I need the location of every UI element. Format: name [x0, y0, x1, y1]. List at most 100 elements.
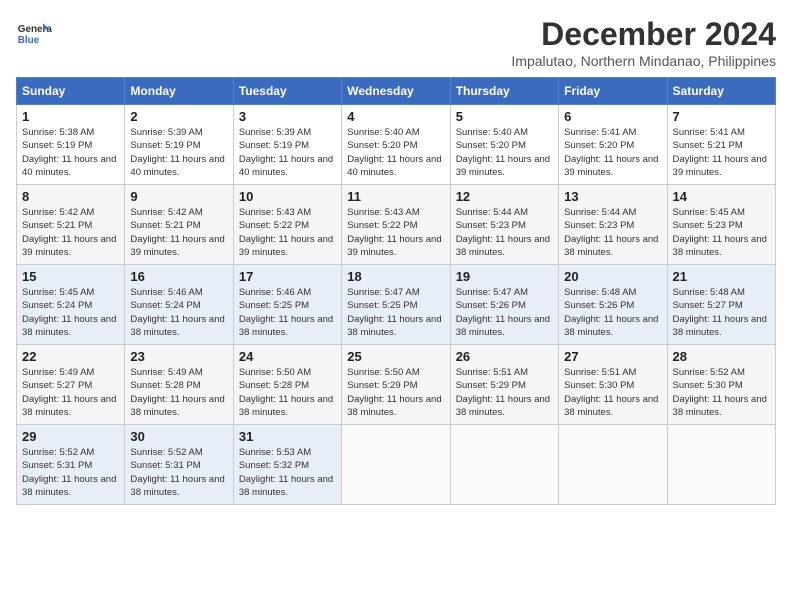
day-number: 31	[239, 429, 336, 444]
day-info: Sunrise: 5:45 AMSunset: 5:24 PMDaylight:…	[22, 286, 119, 339]
day-info: Sunrise: 5:41 AMSunset: 5:20 PMDaylight:…	[564, 126, 661, 179]
logo: General Blue	[16, 16, 52, 52]
day-number: 5	[456, 109, 553, 124]
weekday-header: Saturday	[667, 78, 775, 105]
day-info: Sunrise: 5:50 AMSunset: 5:28 PMDaylight:…	[239, 366, 336, 419]
calendar-cell: 14 Sunrise: 5:45 AMSunset: 5:23 PMDaylig…	[667, 185, 775, 265]
calendar-cell: 13 Sunrise: 5:44 AMSunset: 5:23 PMDaylig…	[559, 185, 667, 265]
day-info: Sunrise: 5:52 AMSunset: 5:31 PMDaylight:…	[130, 446, 227, 499]
calendar-cell: 4 Sunrise: 5:40 AMSunset: 5:20 PMDayligh…	[342, 105, 450, 185]
calendar-cell: 12 Sunrise: 5:44 AMSunset: 5:23 PMDaylig…	[450, 185, 558, 265]
weekday-header: Friday	[559, 78, 667, 105]
day-number: 3	[239, 109, 336, 124]
day-info: Sunrise: 5:47 AMSunset: 5:26 PMDaylight:…	[456, 286, 553, 339]
day-number: 17	[239, 269, 336, 284]
calendar-cell: 21 Sunrise: 5:48 AMSunset: 5:27 PMDaylig…	[667, 265, 775, 345]
calendar-cell: 18 Sunrise: 5:47 AMSunset: 5:25 PMDaylig…	[342, 265, 450, 345]
day-number: 19	[456, 269, 553, 284]
calendar-cell: 16 Sunrise: 5:46 AMSunset: 5:24 PMDaylig…	[125, 265, 233, 345]
day-number: 23	[130, 349, 227, 364]
day-info: Sunrise: 5:42 AMSunset: 5:21 PMDaylight:…	[22, 206, 119, 259]
day-number: 7	[673, 109, 770, 124]
day-number: 2	[130, 109, 227, 124]
calendar-cell	[667, 425, 775, 505]
day-number: 30	[130, 429, 227, 444]
day-info: Sunrise: 5:43 AMSunset: 5:22 PMDaylight:…	[347, 206, 444, 259]
svg-text:General: General	[18, 24, 52, 35]
day-number: 14	[673, 189, 770, 204]
day-info: Sunrise: 5:46 AMSunset: 5:24 PMDaylight:…	[130, 286, 227, 339]
day-number: 21	[673, 269, 770, 284]
day-info: Sunrise: 5:41 AMSunset: 5:21 PMDaylight:…	[673, 126, 770, 179]
day-number: 13	[564, 189, 661, 204]
day-number: 24	[239, 349, 336, 364]
day-info: Sunrise: 5:48 AMSunset: 5:27 PMDaylight:…	[673, 286, 770, 339]
calendar-cell: 22 Sunrise: 5:49 AMSunset: 5:27 PMDaylig…	[17, 345, 125, 425]
calendar-cell: 24 Sunrise: 5:50 AMSunset: 5:28 PMDaylig…	[233, 345, 341, 425]
day-info: Sunrise: 5:47 AMSunset: 5:25 PMDaylight:…	[347, 286, 444, 339]
weekday-header: Thursday	[450, 78, 558, 105]
calendar-cell: 27 Sunrise: 5:51 AMSunset: 5:30 PMDaylig…	[559, 345, 667, 425]
day-number: 28	[673, 349, 770, 364]
calendar-week-row: 29 Sunrise: 5:52 AMSunset: 5:31 PMDaylig…	[17, 425, 776, 505]
calendar-cell: 8 Sunrise: 5:42 AMSunset: 5:21 PMDayligh…	[17, 185, 125, 265]
calendar-cell: 29 Sunrise: 5:52 AMSunset: 5:31 PMDaylig…	[17, 425, 125, 505]
day-info: Sunrise: 5:40 AMSunset: 5:20 PMDaylight:…	[347, 126, 444, 179]
calendar-cell: 17 Sunrise: 5:46 AMSunset: 5:25 PMDaylig…	[233, 265, 341, 345]
day-info: Sunrise: 5:51 AMSunset: 5:29 PMDaylight:…	[456, 366, 553, 419]
page-header: General Blue December 2024 Impalutao, No…	[16, 16, 776, 69]
logo-icon: General Blue	[16, 16, 52, 52]
day-number: 4	[347, 109, 444, 124]
calendar-cell: 15 Sunrise: 5:45 AMSunset: 5:24 PMDaylig…	[17, 265, 125, 345]
calendar-cell: 26 Sunrise: 5:51 AMSunset: 5:29 PMDaylig…	[450, 345, 558, 425]
calendar-cell: 1 Sunrise: 5:38 AMSunset: 5:19 PMDayligh…	[17, 105, 125, 185]
calendar-cell	[559, 425, 667, 505]
day-info: Sunrise: 5:46 AMSunset: 5:25 PMDaylight:…	[239, 286, 336, 339]
calendar-cell: 5 Sunrise: 5:40 AMSunset: 5:20 PMDayligh…	[450, 105, 558, 185]
svg-text:Blue: Blue	[18, 35, 40, 46]
day-info: Sunrise: 5:52 AMSunset: 5:30 PMDaylight:…	[673, 366, 770, 419]
weekday-header: Tuesday	[233, 78, 341, 105]
day-number: 20	[564, 269, 661, 284]
title-area: December 2024 Impalutao, Northern Mindan…	[511, 16, 776, 69]
day-number: 12	[456, 189, 553, 204]
weekday-header-row: SundayMondayTuesdayWednesdayThursdayFrid…	[17, 78, 776, 105]
day-info: Sunrise: 5:42 AMSunset: 5:21 PMDaylight:…	[130, 206, 227, 259]
day-number: 29	[22, 429, 119, 444]
calendar-cell: 28 Sunrise: 5:52 AMSunset: 5:30 PMDaylig…	[667, 345, 775, 425]
calendar-cell: 23 Sunrise: 5:49 AMSunset: 5:28 PMDaylig…	[125, 345, 233, 425]
calendar-week-row: 1 Sunrise: 5:38 AMSunset: 5:19 PMDayligh…	[17, 105, 776, 185]
calendar-week-row: 8 Sunrise: 5:42 AMSunset: 5:21 PMDayligh…	[17, 185, 776, 265]
weekday-header: Sunday	[17, 78, 125, 105]
calendar-cell: 3 Sunrise: 5:39 AMSunset: 5:19 PMDayligh…	[233, 105, 341, 185]
day-info: Sunrise: 5:53 AMSunset: 5:32 PMDaylight:…	[239, 446, 336, 499]
day-number: 6	[564, 109, 661, 124]
day-info: Sunrise: 5:52 AMSunset: 5:31 PMDaylight:…	[22, 446, 119, 499]
day-number: 11	[347, 189, 444, 204]
day-info: Sunrise: 5:51 AMSunset: 5:30 PMDaylight:…	[564, 366, 661, 419]
day-info: Sunrise: 5:49 AMSunset: 5:27 PMDaylight:…	[22, 366, 119, 419]
day-number: 15	[22, 269, 119, 284]
day-info: Sunrise: 5:48 AMSunset: 5:26 PMDaylight:…	[564, 286, 661, 339]
day-number: 22	[22, 349, 119, 364]
day-info: Sunrise: 5:44 AMSunset: 5:23 PMDaylight:…	[456, 206, 553, 259]
calendar-cell: 31 Sunrise: 5:53 AMSunset: 5:32 PMDaylig…	[233, 425, 341, 505]
day-info: Sunrise: 5:39 AMSunset: 5:19 PMDaylight:…	[130, 126, 227, 179]
day-info: Sunrise: 5:43 AMSunset: 5:22 PMDaylight:…	[239, 206, 336, 259]
day-number: 25	[347, 349, 444, 364]
day-info: Sunrise: 5:44 AMSunset: 5:23 PMDaylight:…	[564, 206, 661, 259]
calendar-cell: 30 Sunrise: 5:52 AMSunset: 5:31 PMDaylig…	[125, 425, 233, 505]
day-info: Sunrise: 5:39 AMSunset: 5:19 PMDaylight:…	[239, 126, 336, 179]
day-number: 27	[564, 349, 661, 364]
calendar-cell: 10 Sunrise: 5:43 AMSunset: 5:22 PMDaylig…	[233, 185, 341, 265]
day-number: 16	[130, 269, 227, 284]
day-number: 10	[239, 189, 336, 204]
month-title: December 2024	[511, 16, 776, 53]
calendar-cell	[342, 425, 450, 505]
day-info: Sunrise: 5:45 AMSunset: 5:23 PMDaylight:…	[673, 206, 770, 259]
calendar-cell: 9 Sunrise: 5:42 AMSunset: 5:21 PMDayligh…	[125, 185, 233, 265]
day-number: 26	[456, 349, 553, 364]
calendar-cell: 11 Sunrise: 5:43 AMSunset: 5:22 PMDaylig…	[342, 185, 450, 265]
calendar-cell: 7 Sunrise: 5:41 AMSunset: 5:21 PMDayligh…	[667, 105, 775, 185]
calendar-week-row: 22 Sunrise: 5:49 AMSunset: 5:27 PMDaylig…	[17, 345, 776, 425]
